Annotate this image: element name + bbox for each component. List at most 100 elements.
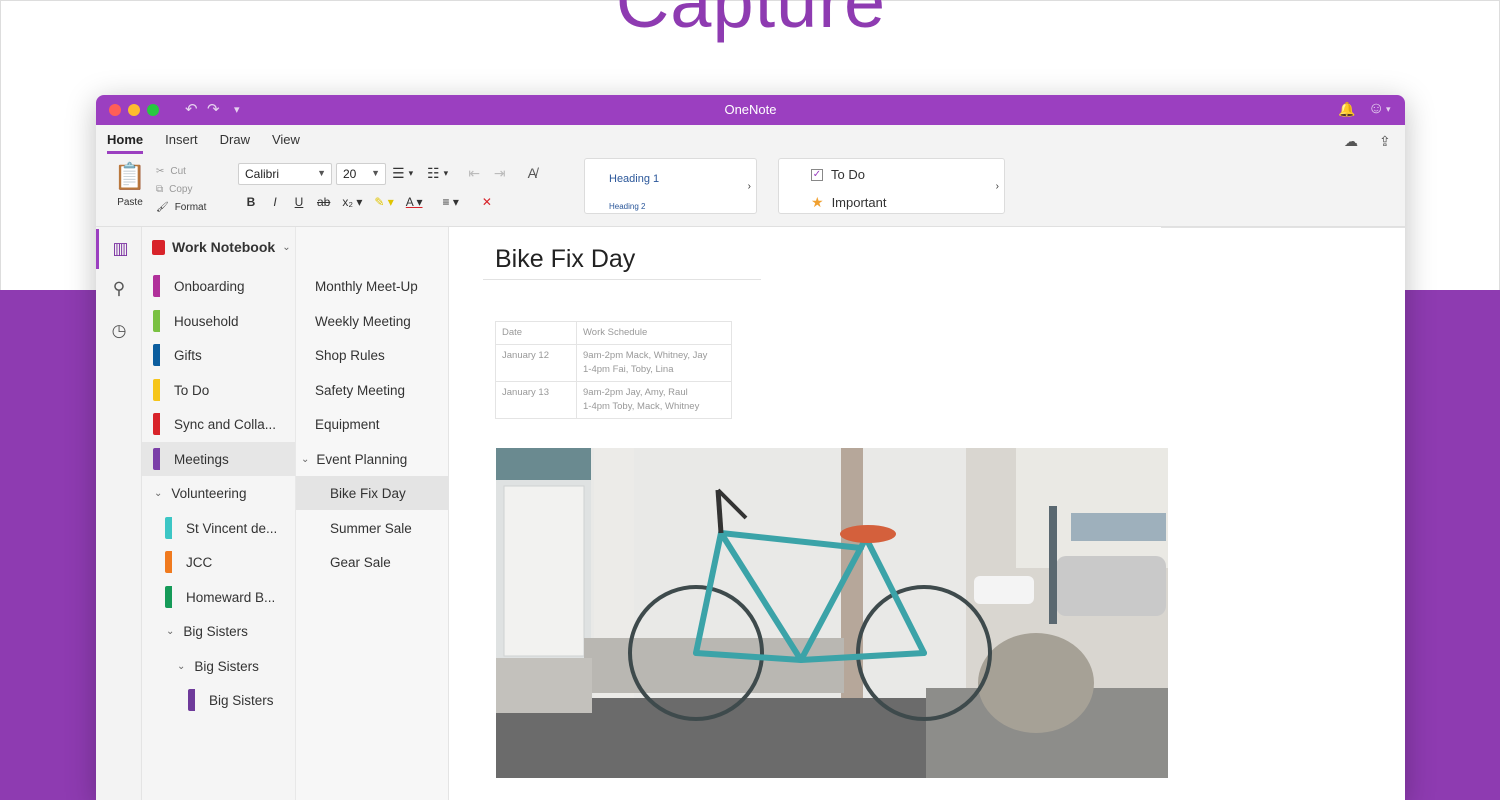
sync-cloud-icon[interactable]: ☁ (1344, 133, 1358, 150)
section-group[interactable]: ⌄ Volunteering (142, 476, 295, 510)
bicycle-photo[interactable] (496, 448, 1168, 778)
page-item[interactable]: Gear Sale (296, 545, 449, 579)
section-color-tab (188, 689, 195, 711)
section-item[interactable]: Household (142, 304, 295, 338)
page-title[interactable]: Bike Fix Day (495, 245, 635, 274)
copy-button[interactable]: ⧉ Copy (156, 180, 206, 198)
section-item[interactable]: JCC (142, 545, 295, 579)
sections-pane: Work Notebook ⌄ Onboarding Household Gif… (142, 227, 295, 800)
onenote-window: ↶ ↷ ▾ OneNote 🔔 ☺ ▾ Home Insert Draw Vie… (96, 95, 1405, 800)
strikethrough-icon[interactable]: ab (317, 195, 330, 209)
chevron-down-icon[interactable]: ⌄ (177, 661, 185, 672)
chevron-down-icon: ▼ (317, 168, 326, 178)
page-item[interactable]: Shop Rules (296, 338, 449, 372)
style-heading-2[interactable]: Heading 2 (609, 202, 645, 211)
increase-indent-icon[interactable]: ⇥ (494, 165, 506, 182)
styles-pane-icon[interactable]: A̸ (528, 165, 537, 182)
divider (1161, 227, 1405, 228)
section-item-selected[interactable]: Meetings (142, 442, 295, 476)
table-row: January 12 9am-2pm Mack, Whitney, Jay 1-4… (495, 344, 732, 382)
tab-home[interactable]: Home (107, 132, 144, 154)
table-cell[interactable]: January 13 (495, 381, 577, 419)
recent-clock-icon[interactable]: ◷ (96, 311, 142, 351)
decrease-indent-icon[interactable]: ⇤ (468, 165, 480, 182)
styles-gallery[interactable]: Heading 1 Heading 2 › (584, 158, 757, 214)
page-group[interactable]: ⌄ Event Planning (296, 442, 449, 476)
font-size-select[interactable]: 20 ▼ (336, 163, 386, 185)
chevron-down-icon[interactable]: ▾ (444, 168, 449, 182)
page-item[interactable]: Safety Meeting (296, 373, 449, 407)
clear-formatting-icon[interactable]: ✕ (481, 195, 493, 209)
section-color-tab (165, 551, 172, 573)
tab-insert[interactable]: Insert (165, 132, 198, 154)
page-item[interactable]: Equipment (296, 407, 449, 441)
format-buttons: B I U ab x₂ ▾ ✎ ▾ A ▾ ≡ ▾ ✕ (245, 195, 493, 209)
chevron-down-icon[interactable]: ▾ (1386, 104, 1391, 115)
format-painter-button[interactable]: 🖌 Format (156, 198, 206, 216)
tag-todo[interactable]: ✓ To Do (811, 167, 865, 182)
style-heading-1[interactable]: Heading 1 (609, 173, 659, 185)
window-title: OneNote (724, 102, 777, 117)
chevron-down-icon[interactable]: ⌄ (166, 626, 174, 637)
notification-bell-icon[interactable]: 🔔 (1338, 101, 1355, 118)
page-canvas[interactable]: Bike Fix Day Date Work Schedule January … (449, 227, 1405, 800)
table-cell[interactable]: 9am-2pm Mack, Whitney, Jay 1-4pm Fai, Tob… (576, 344, 732, 382)
ribbon: Home Insert Draw View ☁ ⇪ 📋 Paste ✂ Cut ⧉… (96, 125, 1405, 227)
table-header-schedule: Work Schedule (576, 321, 732, 345)
section-group[interactable]: ⌄ Big Sisters (142, 614, 295, 648)
table-cell[interactable]: January 12 (495, 344, 577, 382)
align-icon[interactable]: ≡ ▾ (443, 195, 459, 209)
font-color-icon[interactable]: A ▾ (406, 195, 423, 209)
numbered-list-icon[interactable]: ☷ (427, 165, 440, 182)
table-header-date: Date (495, 321, 577, 345)
chevron-down-icon: ▼ (371, 168, 380, 178)
section-color-tab (165, 517, 172, 539)
pages-pane: Monthly Meet-Up Weekly Meeting Shop Rule… (295, 227, 449, 800)
section-item[interactable]: To Do (142, 373, 295, 407)
italic-icon[interactable]: I (269, 195, 281, 209)
font-name-select[interactable]: Calibri ▼ (238, 163, 332, 185)
page-item[interactable]: Monthly Meet-Up (296, 269, 449, 303)
notebook-picker[interactable]: Work Notebook ⌄ (152, 239, 291, 255)
list-buttons: ☰ ▾ ☷ ▾ ⇤ ⇥ A̸ (392, 165, 537, 182)
feedback-smiley-icon[interactable]: ☺ (1368, 100, 1384, 118)
section-color-tab (153, 344, 160, 366)
chevron-down-icon[interactable]: ▾ (409, 168, 414, 182)
notebooks-icon[interactable]: ▥ (96, 229, 142, 269)
section-item[interactable]: Homeward B... (142, 580, 295, 614)
section-color-tab (153, 310, 160, 332)
chevron-down-icon[interactable]: ⌄ (301, 454, 309, 465)
tab-view[interactable]: View (272, 132, 300, 154)
tab-draw[interactable]: Draw (220, 132, 250, 154)
section-color-tab (165, 586, 172, 608)
cut-button[interactable]: ✂ Cut (156, 162, 206, 180)
copy-icon: ⧉ (156, 183, 164, 195)
schedule-table[interactable]: Date Work Schedule January 12 9am-2pm Ma… (495, 321, 732, 419)
tag-important[interactable]: ★ Important (811, 194, 886, 211)
bullet-list-icon[interactable]: ☰ (392, 165, 405, 182)
bold-icon[interactable]: B (245, 195, 257, 209)
page-item[interactable]: Weekly Meeting (296, 304, 449, 338)
chevron-right-icon[interactable]: › (996, 181, 999, 192)
page-item-selected[interactable]: Bike Fix Day (296, 476, 449, 510)
section-item[interactable]: Sync and Colla... (142, 407, 295, 441)
tags-gallery[interactable]: ✓ To Do ★ Important › (778, 158, 1005, 214)
highlighter-icon[interactable]: ✎ ▾ (374, 195, 393, 209)
section-item[interactable]: Big Sisters (142, 683, 295, 717)
search-icon[interactable]: ⚲ (96, 269, 142, 309)
table-cell[interactable]: 9am-2pm Jay, Amy, Raul 1-4pm Toby, Mack, … (576, 381, 732, 419)
navigation-rail: ▥ ⚲ ◷ (96, 227, 142, 800)
underline-icon[interactable]: U (293, 195, 305, 209)
section-group[interactable]: ⌄ Big Sisters (142, 649, 295, 683)
section-item[interactable]: Onboarding (142, 269, 295, 303)
section-item[interactable]: Gifts (142, 338, 295, 372)
section-item[interactable]: St Vincent de... (142, 511, 295, 545)
clipboard-actions: ✂ Cut ⧉ Copy 🖌 Format (156, 162, 206, 216)
page-item[interactable]: Summer Sale (296, 511, 449, 545)
subscript-icon[interactable]: x₂ ▾ (342, 195, 362, 209)
chevron-right-icon[interactable]: › (748, 181, 751, 192)
ribbon-tabs: Home Insert Draw View (107, 132, 300, 154)
chevron-down-icon[interactable]: ⌄ (154, 488, 162, 499)
paste-button[interactable]: 📋 Paste (110, 161, 150, 210)
share-icon[interactable]: ⇪ (1379, 133, 1391, 150)
